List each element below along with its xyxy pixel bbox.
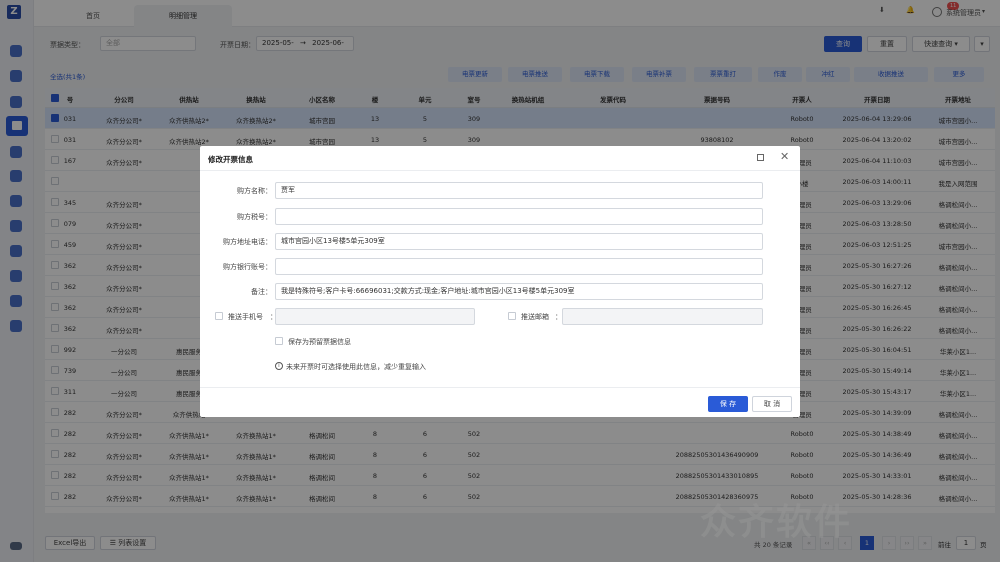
push-email-input[interactable] [562,308,763,325]
push-phone-checkbox[interactable] [215,312,223,320]
modal-footer: 保 存 取 消 [200,387,800,417]
modal-title: 修改开票信息 [208,155,253,164]
edit-invoice-modal: 修改开票信息 ✕ 购方名称： 贾军 购方税号： 购方地址电话： 城市宫园小区13… [200,146,800,417]
buyer-tax-input[interactable] [275,208,763,225]
watermark-text: 众齐软件 [700,502,853,543]
buyer-name-input[interactable]: 贾军 [275,182,763,199]
push-phone-input[interactable] [275,308,475,325]
buyer-address-label: 购方地址电话： [223,238,272,246]
remark-input[interactable]: 我是特殊符号;客户卡号:66696031;交款方式:现金;客户地址:城市宫园小区… [275,283,763,300]
modal-header: 修改开票信息 ✕ [200,146,800,171]
buyer-bank-input[interactable] [275,258,763,275]
save-default-checkbox[interactable] [275,337,283,345]
push-email-label: 推送邮箱 [521,313,549,321]
remark-label: 备注： [251,288,272,296]
buyer-name-label: 购方名称： [237,187,272,195]
buyer-bank-label: 购方银行账号： [223,263,272,271]
info-icon: i [275,362,283,370]
save-default-label: 保存为预留票据信息 [288,338,351,346]
push-phone-label: 推送手机号 [228,313,263,321]
push-email-colon: ： [555,313,562,321]
buyer-address-input[interactable]: 城市宫园小区13号楼5单元309室 [275,233,763,250]
hint-text: 未来开票时可选择使用此信息，减少重复输入 [286,363,426,371]
maximize-icon[interactable] [757,154,764,161]
cancel-button[interactable]: 取 消 [752,396,792,412]
watermark-logo: 众齐软件 [700,493,980,543]
save-button[interactable]: 保 存 [708,396,748,412]
buyer-tax-label: 购方税号： [237,213,272,221]
close-icon[interactable]: ✕ [780,150,789,164]
push-email-checkbox[interactable] [508,312,516,320]
